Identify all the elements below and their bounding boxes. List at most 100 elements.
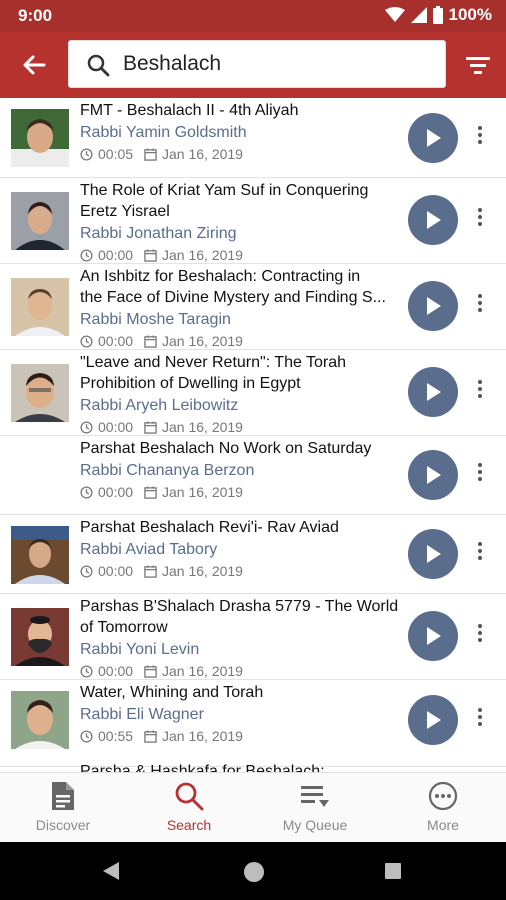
date: Jan 16, 2019 (162, 728, 243, 744)
list-item[interactable]: Parshas B'Shalach Drasha 5779 - The Worl… (0, 594, 506, 680)
nav-more[interactable]: More (380, 773, 506, 843)
lecture-meta: 00:00 Jan 16, 2019 (80, 661, 402, 681)
more-options-button[interactable] (470, 705, 490, 735)
calendar-icon (144, 729, 157, 743)
date: Jan 16, 2019 (162, 563, 243, 579)
list-item[interactable]: "Leave and Never Return": The Torah Proh… (0, 350, 506, 436)
date: Jan 16, 2019 (162, 333, 243, 349)
duration: 00:05 (98, 146, 134, 162)
calendar-icon (144, 664, 157, 678)
calendar-icon (144, 147, 157, 161)
nav-my-queue-label: My Queue (282, 817, 348, 833)
speaker-photo (11, 192, 69, 250)
lecture-title: Parsha & Hashkafa for Beshalach: (80, 763, 325, 772)
lecture-meta: 00:05 Jan 16, 2019 (80, 144, 402, 164)
more-options-button[interactable] (470, 123, 490, 153)
nav-more-label: More (427, 817, 459, 833)
more-options-button[interactable] (470, 377, 490, 407)
battery-percent: 100% (448, 5, 492, 24)
play-button[interactable] (408, 367, 458, 417)
wifi-icon (384, 7, 405, 22)
home-circle-icon[interactable] (242, 860, 266, 884)
list-item[interactable]: Parshat Beshalach No Work on Saturday Ra… (0, 436, 506, 515)
bottom-navigation: Discover Search My Queue More (0, 772, 506, 842)
filter-icon (466, 57, 490, 74)
more-options-button[interactable] (470, 460, 490, 490)
speaker-name[interactable]: Rabbi Chananya Berzon (80, 460, 402, 482)
more-options-button[interactable] (470, 621, 490, 651)
play-icon (427, 297, 441, 315)
duration: 00:00 (98, 419, 134, 435)
speaker-name[interactable]: Rabbi Yamin Goldsmith (80, 122, 402, 144)
speaker-photo (11, 526, 69, 584)
speaker-photo (11, 691, 69, 749)
search-box (68, 40, 446, 88)
more-options-button[interactable] (470, 205, 490, 235)
speaker-name[interactable]: Rabbi Aryeh Leibowitz (80, 395, 402, 417)
clock-icon (80, 248, 93, 262)
back-button[interactable] (20, 51, 48, 79)
more-circle-icon (428, 781, 458, 811)
play-icon (427, 545, 441, 563)
nav-search[interactable]: Search (126, 773, 252, 843)
play-button[interactable] (408, 281, 458, 331)
back-triangle-icon[interactable] (101, 861, 121, 881)
play-button[interactable] (408, 695, 458, 745)
status-icons: 100% (384, 5, 492, 25)
lecture-meta: 00:55 Jan 16, 2019 (80, 726, 402, 746)
play-button[interactable] (408, 611, 458, 661)
nav-search-label: Search (166, 817, 212, 833)
lecture-title-line1: An Ishbitz for Beshalach: Contracting in (80, 268, 361, 285)
duration: 00:55 (98, 728, 134, 744)
lecture-title: Parshat Beshalach No Work on Saturday (80, 440, 372, 457)
date: Jan 16, 2019 (162, 484, 243, 500)
status-time: 9:00 (18, 6, 53, 25)
clock-icon (80, 485, 93, 499)
play-icon (427, 466, 441, 484)
battery-icon (432, 6, 443, 24)
speaker-name[interactable]: Rabbi Jonathan Ziring (80, 223, 402, 245)
more-options-button[interactable] (470, 539, 490, 569)
calendar-icon (144, 248, 157, 262)
list-item[interactable]: Parshat Beshalach Revi'i- Rav Aviad Rabb… (0, 515, 506, 594)
signal-icon (410, 7, 427, 23)
list-item[interactable]: Water, Whining and Torah Rabbi Eli Wagne… (0, 680, 506, 767)
list-item[interactable]: FMT - Beshalach II - 4th Aliyah Rabbi Ya… (0, 98, 506, 178)
app-bar (0, 32, 506, 98)
date: Jan 16, 2019 (162, 247, 243, 263)
nav-discover[interactable]: Discover (0, 773, 126, 843)
play-button[interactable] (408, 529, 458, 579)
speaker-name[interactable]: Rabbi Yoni Levin (80, 639, 402, 661)
lecture-title-line2: the Face of Divine Mystery and Finding S… (80, 289, 386, 306)
list-item[interactable]: An Ishbitz for Beshalach: Contracting in… (0, 264, 506, 350)
document-icon (52, 782, 74, 810)
list-item[interactable]: The Role of Kriat Yam Suf in Conquering … (0, 178, 506, 264)
date: Jan 16, 2019 (162, 146, 243, 162)
results-list[interactable]: FMT - Beshalach II - 4th Aliyah Rabbi Ya… (0, 98, 506, 772)
more-options-button[interactable] (470, 291, 490, 321)
speaker-name[interactable]: Rabbi Moshe Taragin (80, 309, 402, 331)
play-button[interactable] (408, 195, 458, 245)
lecture-title: FMT - Beshalach II - 4th Aliyah (80, 102, 299, 119)
lecture-meta: 00:00 Jan 16, 2019 (80, 482, 402, 502)
lecture-title: Parshat Beshalach Revi'i- Rav Aviad (80, 519, 339, 536)
search-input[interactable] (123, 41, 423, 87)
nav-my-queue[interactable]: My Queue (252, 773, 378, 843)
arrow-back-icon (23, 55, 46, 75)
clock-icon (80, 147, 93, 161)
calendar-icon (144, 420, 157, 434)
speaker-name[interactable]: Rabbi Aviad Tabory (80, 539, 402, 561)
filter-button[interactable] (464, 52, 492, 78)
play-icon (427, 211, 441, 229)
lecture-title: Water, Whining and Torah (80, 684, 264, 701)
duration: 00:00 (98, 247, 134, 263)
queue-icon (301, 786, 329, 807)
duration: 00:00 (98, 663, 134, 679)
speaker-photo (11, 109, 69, 167)
calendar-icon (144, 564, 157, 578)
clock-icon (80, 664, 93, 678)
recents-square-icon[interactable] (384, 862, 402, 880)
play-button[interactable] (408, 113, 458, 163)
speaker-name[interactable]: Rabbi Eli Wagner (80, 704, 402, 726)
play-button[interactable] (408, 450, 458, 500)
